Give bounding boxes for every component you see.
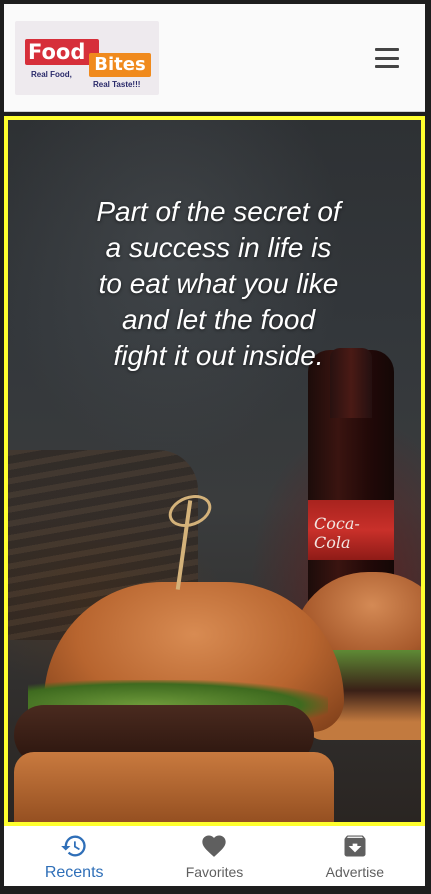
hero-quote: Part of the secret of a success in life … bbox=[96, 196, 341, 371]
heart-icon bbox=[202, 835, 227, 857]
food-bites-logo[interactable]: Food Bites Real Food, Real Taste!!! bbox=[15, 21, 159, 95]
nav-recents-label: Recents bbox=[44, 864, 104, 881]
hero-banner: Coca-Cola Part of the secret of a succes… bbox=[4, 116, 425, 826]
nav-recents[interactable]: Recents bbox=[4, 826, 144, 886]
history-icon bbox=[61, 835, 86, 857]
hamburger-menu-icon[interactable] bbox=[375, 48, 399, 68]
bottle-label-text: Coca-Cola bbox=[314, 514, 360, 552]
nav-favorites[interactable]: Favorites bbox=[144, 826, 284, 886]
app-frame: Food Bites Real Food, Real Taste!!! Coca… bbox=[0, 0, 431, 894]
nav-favorites-label: Favorites bbox=[185, 864, 244, 880]
archive-icon bbox=[344, 835, 366, 857]
nav-advertise-label: Advertise bbox=[325, 864, 384, 880]
bottom-navigation: Recents Favorites Advertise bbox=[4, 826, 425, 886]
burger-bun-bottom bbox=[14, 752, 334, 822]
app-header: Food Bites Real Food, Real Taste!!! bbox=[4, 4, 425, 112]
nav-advertise[interactable]: Advertise bbox=[285, 826, 425, 886]
logo-food-text: Food bbox=[25, 39, 99, 65]
logo-tagline-right: Real Taste!!! bbox=[93, 80, 141, 89]
logo-tagline-left: Real Food, bbox=[31, 70, 72, 79]
logo-bites-text: Bites bbox=[89, 53, 151, 77]
